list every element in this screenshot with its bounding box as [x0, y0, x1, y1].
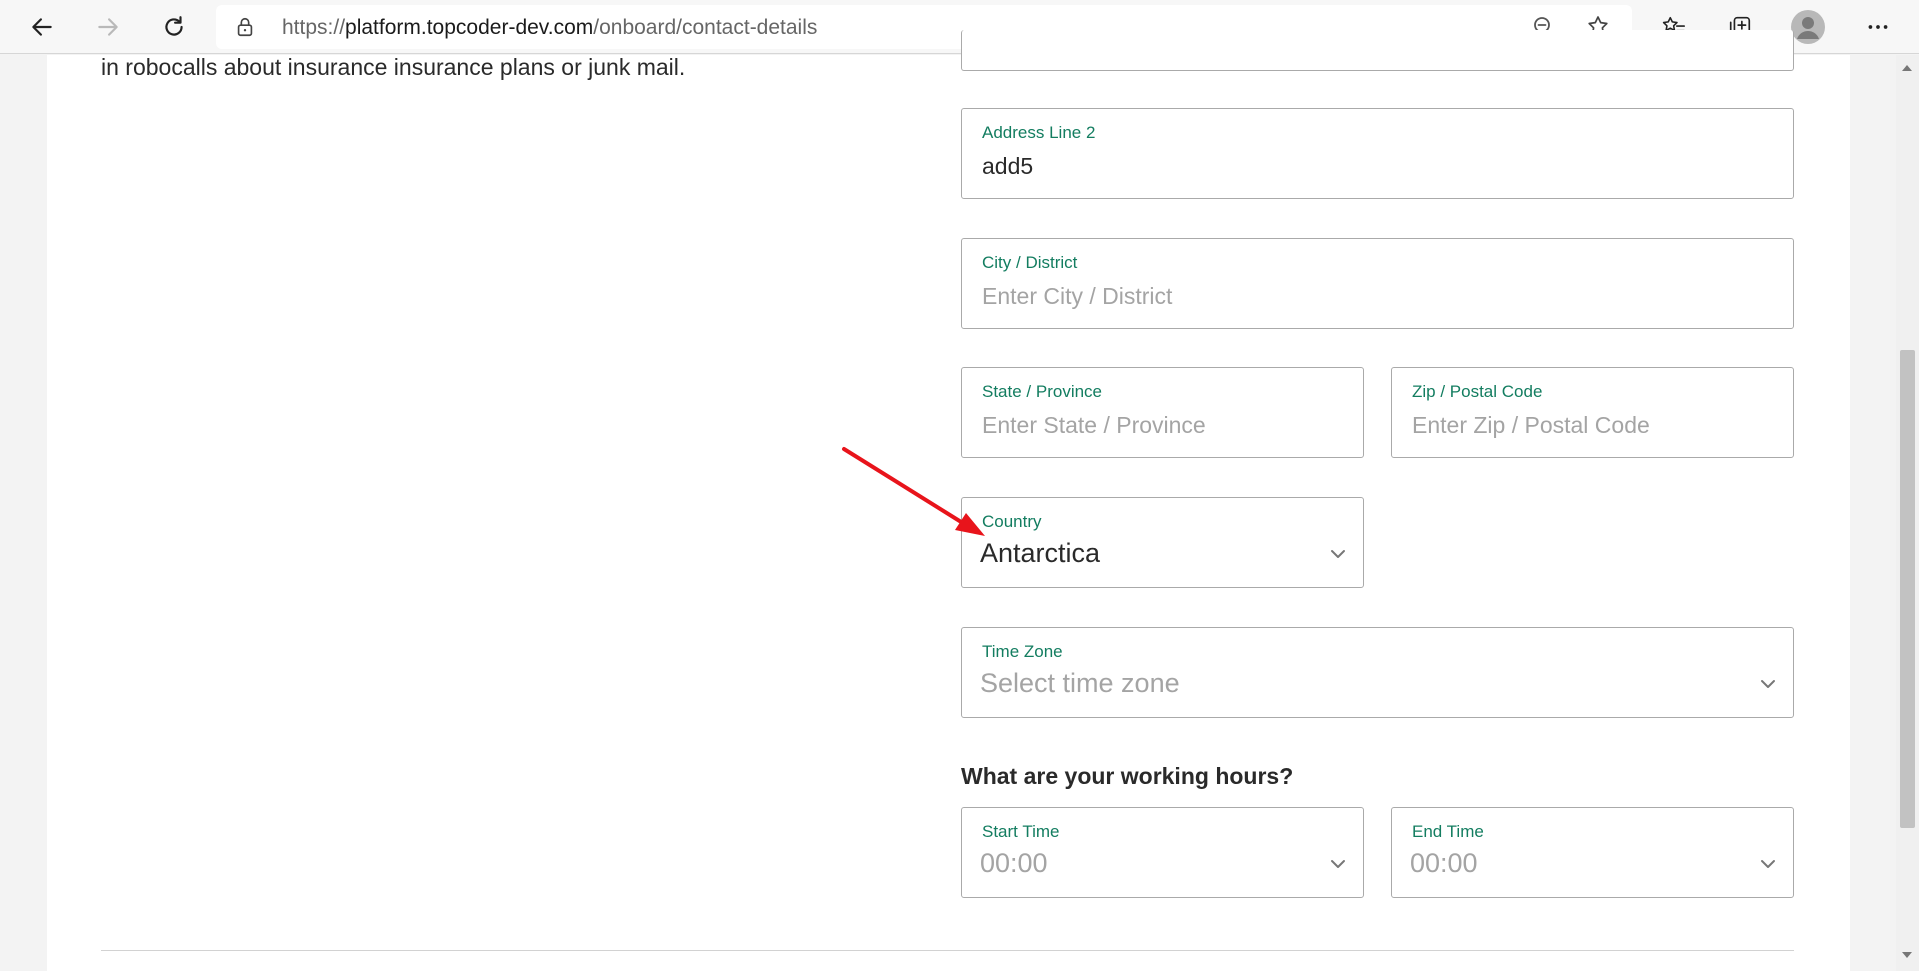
address-line-1-field[interactable] — [961, 30, 1794, 71]
page-gutter — [0, 55, 47, 971]
url-host: platform.topcoder-dev.com — [345, 16, 594, 39]
address-line-2-input[interactable]: add5 — [982, 153, 1033, 180]
scrollbar-thumb[interactable] — [1900, 350, 1915, 828]
scroll-down-icon[interactable] — [1902, 952, 1912, 958]
vertical-scrollbar[interactable] — [1896, 55, 1919, 971]
zip-input[interactable]: Enter Zip / Postal Code — [1412, 412, 1650, 439]
url-scheme: https:// — [282, 16, 346, 39]
state-input[interactable]: Enter State / Province — [982, 412, 1206, 439]
address-line-2-label: Address Line 2 — [982, 123, 1096, 142]
end-time-label: End Time — [1412, 822, 1484, 841]
url-path: /onboard/contact-details — [593, 16, 818, 39]
country-label: Country — [982, 512, 1042, 531]
lock-icon[interactable] — [234, 16, 256, 38]
start-time-select[interactable]: Start Time 00:00 — [961, 807, 1364, 898]
forward-arrow-icon — [98, 18, 118, 36]
scroll-up-icon[interactable] — [1902, 65, 1912, 71]
country-value[interactable]: Antarctica — [980, 538, 1100, 569]
refresh-icon — [165, 16, 183, 36]
city-label: City / District — [982, 253, 1078, 272]
back-arrow-icon — [32, 18, 52, 36]
country-select[interactable]: Country Antarctica — [961, 497, 1364, 588]
back-button[interactable] — [22, 7, 62, 47]
address-line-2-field[interactable]: Address Line 2 add5 — [961, 108, 1794, 199]
state-label: State / Province — [982, 382, 1103, 401]
zip-field[interactable]: Zip / Postal Code Enter Zip / Postal Cod… — [1391, 367, 1794, 458]
forward-button[interactable] — [88, 7, 128, 47]
city-input[interactable]: Enter City / District — [982, 283, 1172, 310]
refresh-button[interactable] — [154, 7, 194, 47]
chevron-down-icon[interactable] — [1759, 678, 1777, 690]
zip-label: Zip / Postal Code — [1412, 382, 1543, 401]
section-divider — [101, 950, 1794, 951]
url-text[interactable]: https://platform.topcoder-dev.com/onboar… — [282, 16, 817, 40]
time-zone-label: Time Zone — [982, 642, 1063, 661]
start-time-label: Start Time — [982, 822, 1060, 841]
end-time-value[interactable]: 00:00 — [1410, 848, 1478, 879]
start-time-value[interactable]: 00:00 — [980, 848, 1048, 879]
time-zone-select[interactable]: Time Zone Select time zone — [961, 627, 1794, 718]
settings-more-button[interactable] — [1858, 7, 1898, 47]
working-hours-title: What are your working hours? — [961, 763, 1294, 789]
chevron-down-icon[interactable] — [1759, 858, 1777, 870]
profile-button[interactable] — [1788, 7, 1828, 47]
chevron-down-icon[interactable] — [1329, 858, 1347, 870]
state-field[interactable]: State / Province Enter State / Province — [961, 367, 1364, 458]
city-field[interactable]: City / District Enter City / District — [961, 238, 1794, 329]
more-dots-icon — [1868, 25, 1888, 29]
intro-text: in robocalls about insurance insurance p… — [101, 54, 686, 80]
end-time-select[interactable]: End Time 00:00 — [1391, 807, 1794, 898]
avatar-icon — [1791, 10, 1825, 44]
chevron-down-icon[interactable] — [1329, 548, 1347, 560]
time-zone-value[interactable]: Select time zone — [980, 668, 1180, 699]
